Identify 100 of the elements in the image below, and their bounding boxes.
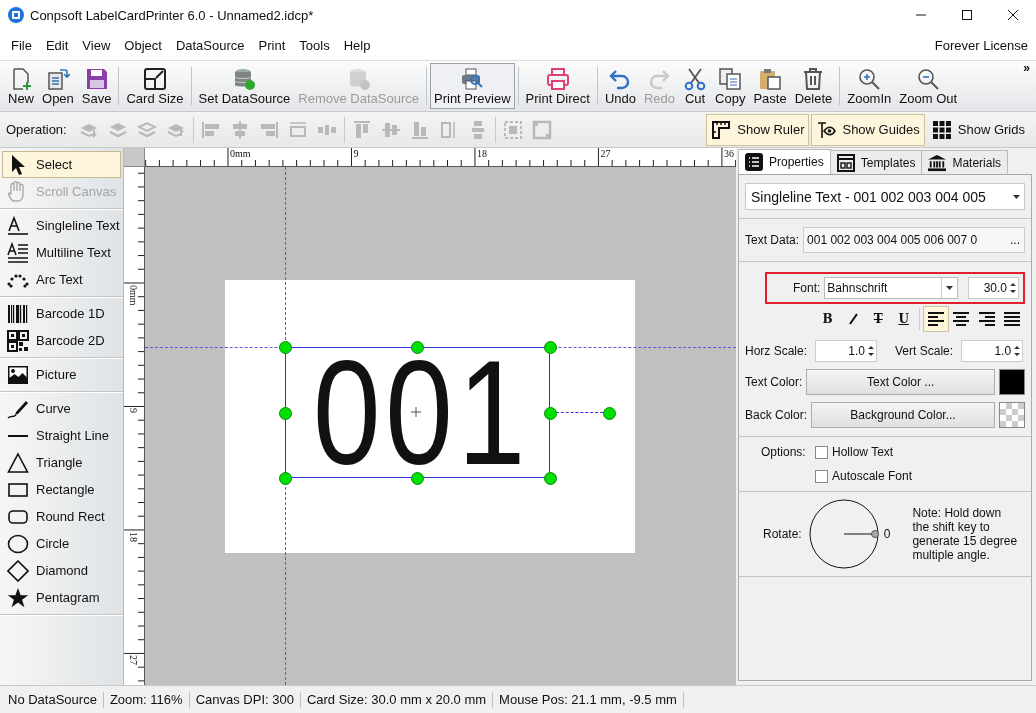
letter-a-lines-icon [7,241,29,264]
menu-item[interactable]: DataSource [168,34,252,56]
align-button[interactable] [923,306,949,332]
color-swatch[interactable] [999,402,1025,428]
database-icon [232,67,257,91]
tool-item[interactable]: Singleline Text [2,212,121,239]
zoom-in-icon [857,67,882,91]
horz-scale-field[interactable]: 1.0 [815,340,878,362]
toolbar-button[interactable]: Open [38,63,78,109]
tool-item[interactable]: Pentagram [2,584,121,611]
tool-item[interactable]: Curve [2,395,121,422]
underline-button[interactable]: U [891,307,917,331]
triangle-icon [7,451,29,474]
menu-item[interactable]: Object [117,34,169,56]
panel-tab[interactable]: Properties [738,149,831,174]
spinner-arrows-icon[interactable] [868,345,875,357]
tool-item[interactable]: Round Rect [2,503,121,530]
menu-item[interactable]: Edit [38,34,76,56]
checkbox[interactable]: Hollow Text [815,445,894,459]
font-size-field[interactable]: 30.0 [967,277,1019,299]
toggle-button[interactable]: Show Guides [811,113,925,146]
ruler-label: 18 [128,531,138,542]
canvas[interactable]: 001 [145,167,736,685]
tool-item[interactable]: Multiline Text [2,239,121,266]
strikethrough-button[interactable]: T [865,307,891,331]
menu-item[interactable]: File [4,34,39,56]
field-label: Horz Scale: [745,344,808,358]
printer-magnifier-icon [460,67,485,91]
clipboard-icon [758,67,782,91]
star-icon [7,586,29,609]
vert-scale-field[interactable]: 1.0 [961,340,1024,362]
toggle-button[interactable]: Show Grids [926,113,1030,146]
toolbar-button[interactable]: Save [77,63,116,109]
toolbar-button[interactable]: Cut [679,63,712,109]
crosshair-icon [411,407,421,417]
status-item: No DataSource [2,691,104,708]
slash-icon [847,313,859,325]
spinner-arrows-icon[interactable] [1010,282,1016,294]
toolbar-button[interactable]: Print Preview [430,63,515,109]
rotation-dial[interactable] [807,498,880,570]
text-data-field[interactable]: 001 002 003 004 005 006 007 0 ... [803,227,1025,253]
menu-item[interactable]: Print [251,34,293,56]
image-icon [7,363,29,386]
font-dropdown[interactable]: Bahnschrift [824,277,958,299]
toolbar-button[interactable]: Delete [790,63,837,109]
ruler-label: 9 [128,408,138,414]
printer-icon [545,67,570,91]
barcode-icon [7,302,29,325]
ruler-label: 36 [723,149,734,159]
bold-button[interactable]: B [815,307,841,331]
ruler-label: 9 [353,149,359,159]
eye-icon [816,119,837,140]
panel-tab[interactable]: Templates [829,150,923,174]
tool-item[interactable]: Triangle [2,449,121,476]
toolbar-button[interactable]: Card Size [122,63,188,109]
tool-item[interactable]: Diamond [2,557,121,584]
panel-tab[interactable]: Materials [921,150,1009,174]
browse-button[interactable]: ... [1006,233,1024,247]
toolbar-button[interactable]: Paste [749,63,791,109]
object-dropdown[interactable]: Singleline Text - 001 002 003 004 005 [745,183,1025,210]
tool-item[interactable]: Picture [2,361,121,388]
angle-value: 0 [883,527,891,541]
menu-item[interactable]: View [75,34,118,56]
toolbar-button[interactable]: Print Direct [521,63,594,109]
document-arrow-icon [45,67,70,91]
background-color-button[interactable]: Background Color... [811,402,995,428]
align-left-icon [926,310,945,328]
checkbox[interactable]: Autoscale Font [815,469,913,483]
toolbar-button[interactable]: New [4,63,38,109]
zoom-out-icon [916,67,941,91]
toolbar-button[interactable]: Zoom Out [895,63,962,109]
text-color-button[interactable]: Text Color ... [806,369,995,395]
field-label: Text Color: [745,375,803,389]
menu-item[interactable]: Tools [292,34,337,56]
menu-item[interactable]: Help [336,34,378,56]
status-item: Zoom: 116% [103,691,190,708]
tool-item[interactable]: Select [2,151,121,178]
layout-icon [836,153,855,172]
tool-item[interactable]: Barcode 2D [2,327,121,354]
line-icon [7,434,29,437]
color-swatch[interactable] [999,369,1025,395]
toggle-button[interactable]: Show Ruler [706,113,810,146]
tool-item[interactable]: Circle [2,530,121,557]
tool-item[interactable]: Straight Line [2,422,121,449]
tool-item[interactable]: Barcode 1D [2,300,121,327]
tool-item[interactable]: Rectangle [2,476,121,503]
operation-label: Operation: [6,122,67,137]
app-icon [8,7,24,23]
overflow-button[interactable]: » [1023,61,1030,75]
qr-code-icon [7,329,29,352]
field-label: Rotate: [763,527,802,541]
toolbar-button[interactable]: Undo [600,63,640,109]
tool-item[interactable]: Arc Text [2,266,121,293]
letter-a-underline-icon [7,214,29,237]
toolbar-button[interactable]: Copy [711,63,750,109]
spinner-arrows-icon[interactable] [1014,345,1021,357]
label-text[interactable]: 001 [312,339,523,487]
maximize-icon [961,9,973,21]
toolbar-button[interactable]: ZoomIn [843,63,896,109]
toolbar-button[interactable]: Set DataSource [194,63,295,109]
